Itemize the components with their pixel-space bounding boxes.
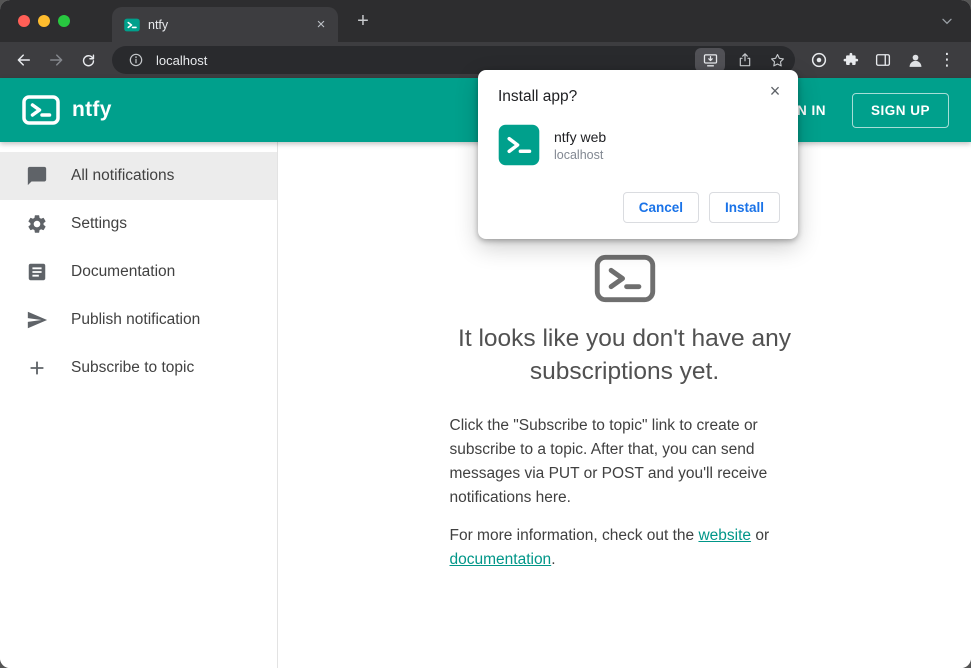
- dialog-close-icon[interactable]: ×: [764, 80, 786, 102]
- book-icon: [25, 261, 49, 283]
- dialog-title: Install app?: [498, 88, 578, 105]
- chat-bubble-icon: [25, 165, 49, 187]
- sidebar: All notifications Settings Documentation…: [0, 142, 278, 668]
- send-icon: [25, 309, 49, 331]
- password-extension-icon[interactable]: [805, 46, 833, 74]
- install-app-icon[interactable]: [695, 48, 725, 72]
- ntfy-logo-icon: [22, 95, 60, 125]
- sidebar-item-label: Settings: [71, 215, 128, 232]
- address-url[interactable]: localhost: [156, 53, 687, 68]
- reload-icon[interactable]: [74, 46, 102, 74]
- dialog-app-info: ntfy web localhost: [554, 129, 606, 162]
- back-icon[interactable]: [10, 46, 38, 74]
- install-app-dialog: × Install app? ntfy web localhost Cancel…: [478, 70, 798, 239]
- cancel-button[interactable]: Cancel: [622, 192, 699, 223]
- empty-state-heading: It looks like you don't have any subscri…: [458, 325, 791, 385]
- tab-close-icon[interactable]: ×: [312, 16, 330, 34]
- sidebar-item-label: Documentation: [71, 263, 176, 280]
- profile-avatar[interactable]: [901, 46, 929, 74]
- bookmark-star-icon[interactable]: [765, 48, 789, 72]
- dialog-app-name: ntfy web: [554, 128, 607, 145]
- sidebar-item-label: All notifications: [71, 167, 175, 184]
- install-button[interactable]: Install: [708, 192, 780, 223]
- tab-list-chevron-icon[interactable]: [939, 13, 955, 29]
- sidebar-item-label: Publish notification: [71, 311, 201, 328]
- dialog-app-origin: localhost: [554, 147, 604, 162]
- minimize-window-button[interactable]: [38, 15, 50, 27]
- new-tab-button[interactable]: +: [350, 8, 376, 34]
- sidebar-item-subscribe-to-topic[interactable]: Subscribe to topic: [0, 344, 277, 392]
- traffic-lights: [0, 15, 84, 27]
- gear-icon: [25, 213, 49, 235]
- tab-strip: ntfy × +: [0, 0, 971, 42]
- extensions-puzzle-icon[interactable]: [837, 46, 865, 74]
- sidebar-item-all-notifications[interactable]: All notifications: [0, 152, 277, 200]
- ntfy-empty-state-icon: [594, 254, 656, 303]
- site-info-icon[interactable]: [124, 48, 148, 72]
- sidebar-item-settings[interactable]: Settings: [0, 200, 277, 248]
- ntfy-favicon-icon: [124, 17, 140, 33]
- kebab-menu-icon[interactable]: ⋮: [933, 46, 961, 74]
- browser-window: ntfy × + localhost ⋮ ntfy SIGN IN SIGN U…: [0, 0, 971, 668]
- more-info-middle: or: [751, 527, 770, 545]
- side-panel-icon[interactable]: [869, 46, 897, 74]
- maximize-window-button[interactable]: [58, 15, 70, 27]
- sidebar-item-publish-notification[interactable]: Publish notification: [0, 296, 277, 344]
- dialog-actions: Cancel Install: [498, 192, 780, 223]
- close-window-button[interactable]: [18, 15, 30, 27]
- more-info-suffix: .: [551, 551, 556, 569]
- more-info-text: For more information, check out the webs…: [450, 524, 800, 572]
- browser-tab-ntfy[interactable]: ntfy ×: [112, 7, 338, 42]
- sign-up-button[interactable]: SIGN UP: [851, 92, 949, 128]
- website-link[interactable]: website: [698, 527, 751, 544]
- sidebar-item-documentation[interactable]: Documentation: [0, 248, 277, 296]
- sidebar-item-label: Subscribe to topic: [71, 359, 195, 376]
- ntfy-app-icon: [498, 124, 540, 166]
- more-info-prefix: For more information, check out the: [449, 527, 699, 545]
- documentation-link[interactable]: documentation: [450, 551, 552, 568]
- empty-state-paragraph: Click the "Subscribe to topic" link to c…: [449, 417, 768, 507]
- plus-icon: [25, 357, 49, 379]
- tab-title: ntfy: [148, 17, 169, 32]
- forward-icon[interactable]: [42, 46, 70, 74]
- share-icon[interactable]: [733, 48, 757, 72]
- dialog-app-row: ntfy web localhost: [498, 124, 780, 166]
